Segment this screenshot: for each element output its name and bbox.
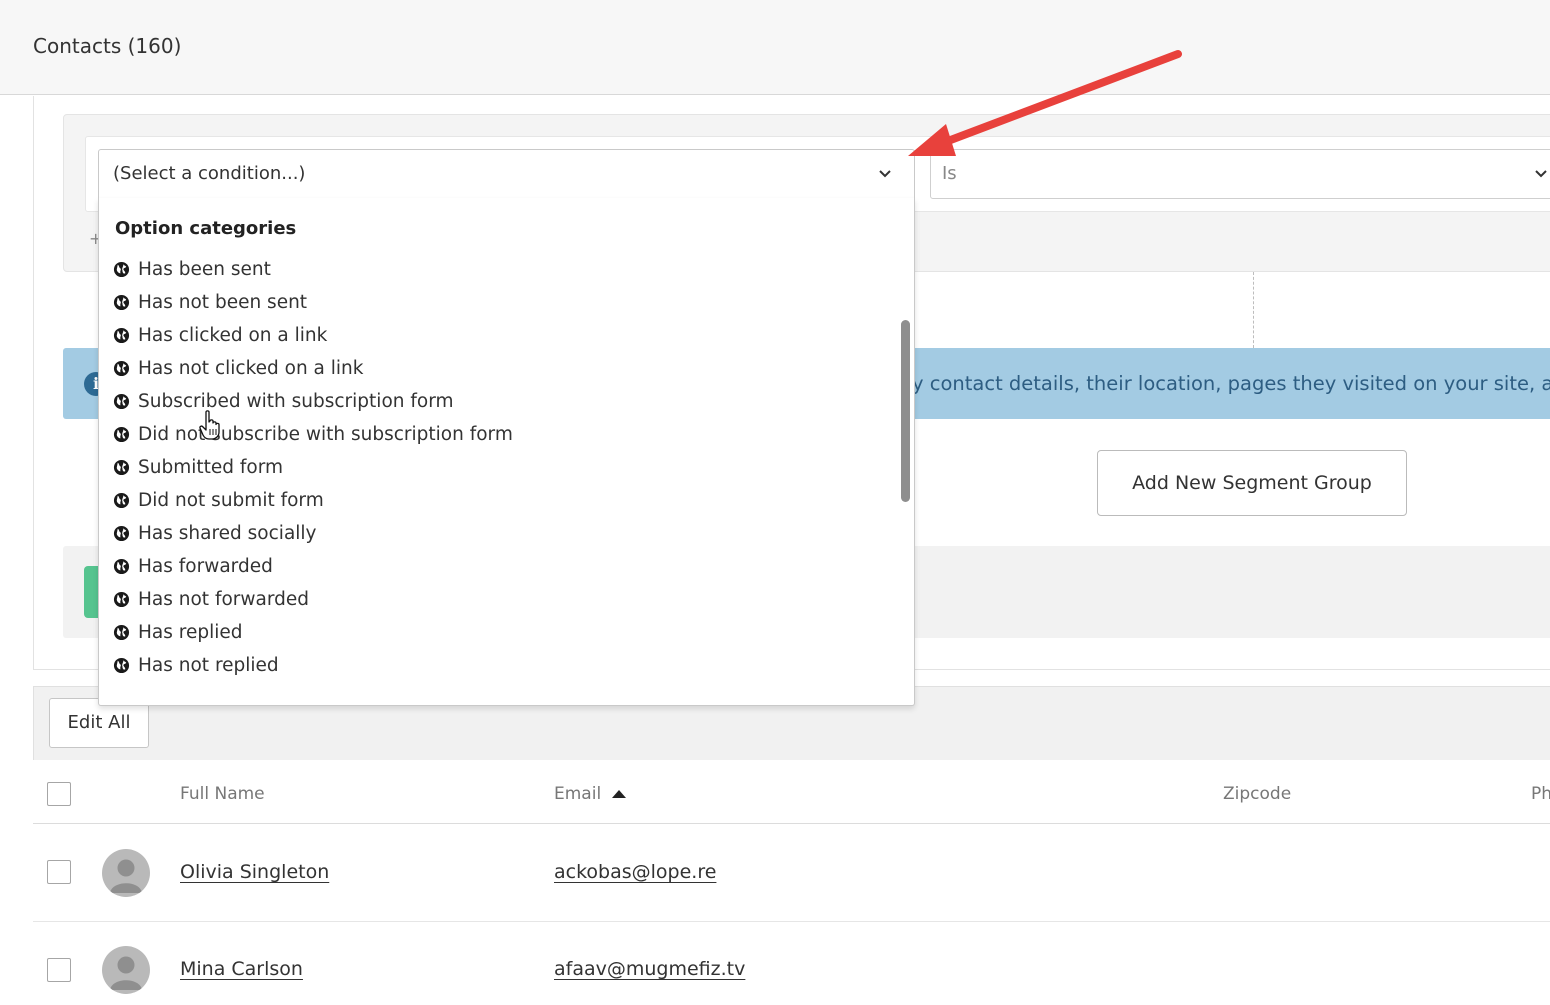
globe-icon (113, 525, 130, 542)
column-header-email-label: Email (554, 784, 602, 804)
globe-icon (113, 459, 130, 476)
info-banner-text: y contact details, their location, pages… (912, 372, 1550, 395)
dropdown-option[interactable]: Has not forwarded (99, 583, 513, 616)
chevron-down-icon[interactable] (1533, 166, 1549, 182)
dropdown-scrollbar[interactable] (901, 320, 910, 502)
dropdown-option-label: Has not replied (138, 655, 279, 676)
add-segment-group-button[interactable]: Add New Segment Group (1097, 450, 1407, 516)
table-header-divider (33, 823, 1550, 824)
avatar (102, 849, 150, 897)
globe-icon (113, 261, 130, 278)
annotation-arrow-icon (908, 50, 1182, 156)
dropdown-option[interactable]: Did not subscribe with subscription form (99, 418, 513, 451)
row-checkbox[interactable] (47, 860, 71, 884)
dropdown-option-label: Submitted form (138, 457, 284, 478)
dropdown-option[interactable]: Has not replied (99, 649, 513, 682)
dropdown-options-viewport: Has not opened Has been sent Has not been … (99, 246, 899, 698)
dropdown-option[interactable]: Has shared socially (99, 517, 513, 550)
globe-icon (113, 426, 130, 443)
user-silhouette-icon (110, 859, 142, 893)
dropdown-option[interactable]: Has not opened (99, 246, 513, 253)
dropdown-option[interactable]: Submitted form (99, 451, 513, 484)
contact-email-link[interactable]: afaav@mugmefiz.tv (554, 958, 745, 980)
contact-email-link[interactable]: ackobas@lope.re (554, 861, 716, 883)
dropdown-option-label: Has not opened (138, 246, 284, 247)
globe-icon (113, 624, 130, 641)
dropdown-option[interactable]: Has clicked on a link (99, 319, 513, 352)
row-divider (33, 921, 1550, 922)
globe-icon (113, 591, 130, 608)
globe-icon (113, 558, 130, 575)
dropdown-option-label: Has replied (138, 622, 243, 643)
connector-line (1253, 272, 1254, 348)
column-header-phone[interactable]: Ph (1531, 784, 1550, 804)
dropdown-option-label: Has not forwarded (138, 589, 309, 610)
column-header-email[interactable]: Email (554, 784, 627, 804)
condition-select-value: (Select a condition...) (113, 163, 306, 184)
globe-icon (113, 492, 130, 509)
avatar (102, 946, 150, 994)
dropdown-option-label: Has forwarded (138, 556, 273, 577)
dropdown-option[interactable]: Has been sent (99, 253, 513, 286)
dropdown-option-label: Has clicked on a link (138, 325, 328, 346)
select-all-checkbox[interactable] (47, 782, 71, 806)
dropdown-option-label: Has been sent (138, 259, 271, 280)
dropdown-option[interactable]: Has not been sent (99, 286, 513, 319)
globe-icon (113, 657, 130, 674)
sort-ascending-icon (611, 790, 626, 798)
dropdown-option-label: Has shared socially (138, 523, 317, 544)
page-title: Contacts (160) (33, 34, 182, 58)
dropdown-option[interactable]: Has replied (99, 616, 513, 649)
dropdown-options: Has not opened Has been sent Has not been … (99, 246, 513, 682)
dropdown-option[interactable]: Has forwarded (99, 550, 513, 583)
dropdown-option[interactable]: Subscribed with subscription form (99, 385, 513, 418)
globe-icon (113, 294, 130, 311)
option-category-heading: Option categories (115, 218, 303, 239)
page-header (0, 0, 1550, 95)
dropdown-option[interactable]: Has not clicked on a link (99, 352, 513, 385)
dropdown-option-label: Has not clicked on a link (138, 358, 364, 379)
globe-icon (113, 327, 130, 344)
column-header-full-name[interactable]: Full Name (180, 784, 265, 804)
column-header-zipcode[interactable]: Zipcode (1223, 784, 1291, 804)
globe-icon (113, 393, 130, 410)
contact-name-link[interactable]: Olivia Singleton (180, 861, 329, 883)
user-silhouette-icon (110, 956, 142, 990)
dropdown-option[interactable]: Did not submit form (99, 484, 513, 517)
dropdown-option-label: Did not submit form (138, 490, 324, 511)
contact-name-link[interactable]: Mina Carlson (180, 958, 303, 980)
dropdown-option-label: Subscribed with subscription form (138, 391, 454, 412)
chevron-down-icon[interactable] (877, 166, 893, 182)
dropdown-option-label: Did not subscribe with subscription form (138, 424, 513, 445)
row-checkbox[interactable] (47, 958, 71, 982)
hand-cursor-icon (199, 410, 220, 440)
globe-icon (113, 360, 130, 377)
dropdown-option-label: Has not been sent (138, 292, 308, 313)
